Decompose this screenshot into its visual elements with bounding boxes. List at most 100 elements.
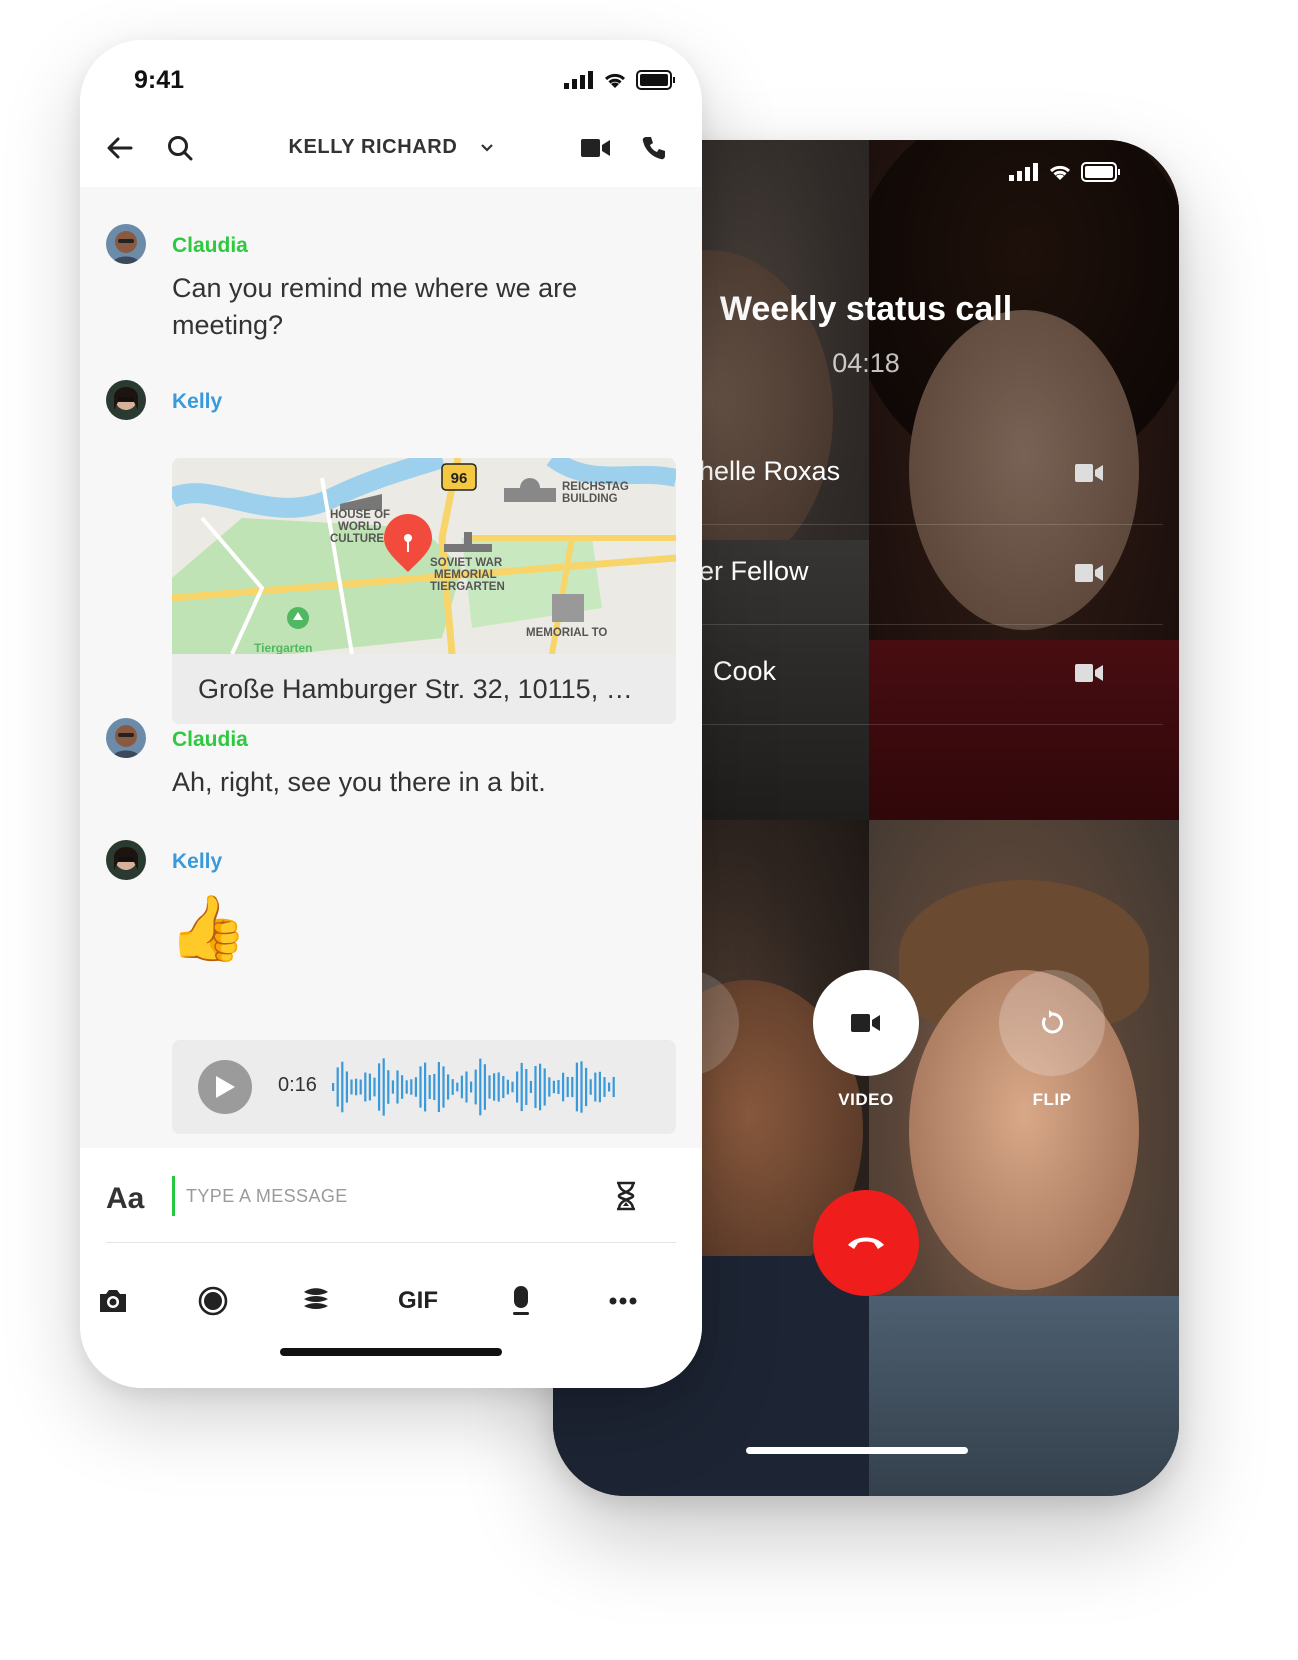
waveform-bar [493, 1073, 496, 1101]
video-camera-icon [1075, 564, 1103, 582]
waveform-bar [382, 1058, 385, 1116]
text-caret [172, 1176, 175, 1216]
timer-button[interactable] [608, 1176, 644, 1216]
camera-button[interactable] [90, 1278, 136, 1324]
participant-name: er Fellow [699, 556, 809, 586]
status-bar-icons [1009, 162, 1121, 182]
end-call-button[interactable] [813, 1190, 919, 1296]
participant-name: helle Roxas [699, 456, 841, 486]
waveform-bar [364, 1072, 367, 1102]
house-label: HOUSE OF WORLD CULTURE [330, 509, 390, 545]
more-button[interactable] [600, 1278, 646, 1324]
waveform-bar [355, 1078, 358, 1096]
hang-up-icon [848, 1237, 884, 1249]
flip-camera-button[interactable] [999, 970, 1105, 1076]
waveform-bar [378, 1063, 381, 1111]
sender-name: Claudia [172, 728, 248, 751]
waveform-bar [359, 1079, 362, 1095]
waveform-bar [534, 1066, 537, 1108]
message-text: Ah, right, see you there in a bit. [172, 767, 546, 797]
waveform-bar [401, 1075, 404, 1099]
chat-header: 9:41 KELLY RICHARD [80, 40, 702, 187]
waveform-bar [433, 1073, 436, 1101]
waveform-bar [437, 1062, 440, 1112]
avatar-kelly [106, 840, 146, 880]
thumbs-up-emoji: 👍 [168, 892, 248, 964]
avatar[interactable] [106, 718, 146, 758]
waveform-bar [543, 1068, 546, 1106]
text-format-button[interactable]: Aa [106, 1182, 144, 1216]
waveform-bar [345, 1071, 348, 1103]
waveform-bar [552, 1080, 555, 1094]
map-preview: 96 HOUSE OF WORLD CULTURE REICHSTAG BUILDIN… [172, 458, 676, 654]
chevron-down-icon [480, 143, 493, 152]
waveform-bar [465, 1071, 468, 1103]
waveform-bar [516, 1071, 519, 1103]
waveform-bar [497, 1072, 500, 1102]
waveform-bar [566, 1076, 569, 1098]
message-input[interactable] [186, 1180, 606, 1212]
battery-icon [1081, 162, 1120, 182]
layers-icon [304, 1288, 328, 1309]
video-camera-icon [1075, 464, 1103, 482]
waveform-bar [608, 1082, 611, 1092]
waveform-bar [391, 1080, 394, 1094]
battery-icon [636, 70, 675, 90]
waveform[interactable] [332, 1057, 632, 1117]
waveform-bar [603, 1077, 606, 1097]
avatar-claudia [106, 718, 146, 758]
waveform-bar [594, 1072, 597, 1102]
waveform-bar [506, 1079, 509, 1095]
waveform-bar [483, 1064, 486, 1110]
waveform-bar [598, 1071, 601, 1103]
waveform-bar [474, 1069, 477, 1105]
waveform-bar [373, 1077, 376, 1097]
voice-call-button[interactable] [636, 130, 672, 166]
location-card[interactable]: 96 HOUSE OF WORLD CULTURE REICHSTAG BUILDIN… [172, 458, 676, 724]
waveform-bar [479, 1058, 482, 1116]
sender-name: Kelly [172, 390, 223, 413]
waveform-bar [585, 1067, 588, 1107]
status-bar-icons [564, 70, 676, 90]
avatar[interactable] [106, 380, 146, 420]
play-button[interactable] [198, 1060, 252, 1114]
video-camera-icon [1075, 664, 1103, 682]
wifi-icon [604, 73, 626, 88]
avatar[interactable] [106, 840, 146, 880]
video-call-button[interactable] [578, 132, 614, 164]
waveform-bar [612, 1076, 615, 1098]
record-icon [198, 1286, 228, 1316]
memorial2-label: MEMORIAL TO [526, 627, 607, 639]
record-button[interactable] [190, 1278, 236, 1324]
waveform-bar [470, 1081, 473, 1093]
waveform-bar [368, 1073, 371, 1101]
waveform-bar [511, 1081, 514, 1093]
waveform-bar [414, 1077, 417, 1097]
waveform-bar [575, 1062, 578, 1112]
road-sign-label: 96 [451, 470, 468, 487]
avatar[interactable] [106, 224, 146, 264]
flip-button-label: FLIP [1032, 1090, 1072, 1109]
video-camera-icon [851, 1014, 880, 1032]
phone-icon [642, 137, 665, 160]
waveform-bar [447, 1074, 450, 1100]
chat-screen: 9:41 KELLY RICHARD Claudia Can you remin… [80, 40, 702, 1388]
location-address: Große Hamburger Str. 32, 10115, … [172, 654, 676, 724]
signal-icon [1009, 163, 1038, 181]
waveform-bar [451, 1079, 454, 1095]
waveform-bar [332, 1083, 335, 1091]
waveform-bar [341, 1061, 344, 1113]
voice-record-button[interactable] [498, 1278, 544, 1324]
gif-button[interactable]: GIF [394, 1278, 442, 1324]
waveform-bar [548, 1077, 551, 1097]
self-video-tile [869, 820, 1179, 1496]
video-toggle-button[interactable] [813, 970, 919, 1076]
waveform-bar [396, 1070, 399, 1104]
waveform-bar [410, 1079, 413, 1095]
waveform-bar [539, 1063, 542, 1111]
memorial-label: SOVIET WAR MEMORIAL TIERGARTEN [430, 557, 505, 593]
play-icon [216, 1076, 235, 1098]
camera-icon [100, 1290, 126, 1312]
giphy-button[interactable] [293, 1278, 339, 1324]
more-dots-icon [609, 1297, 637, 1305]
